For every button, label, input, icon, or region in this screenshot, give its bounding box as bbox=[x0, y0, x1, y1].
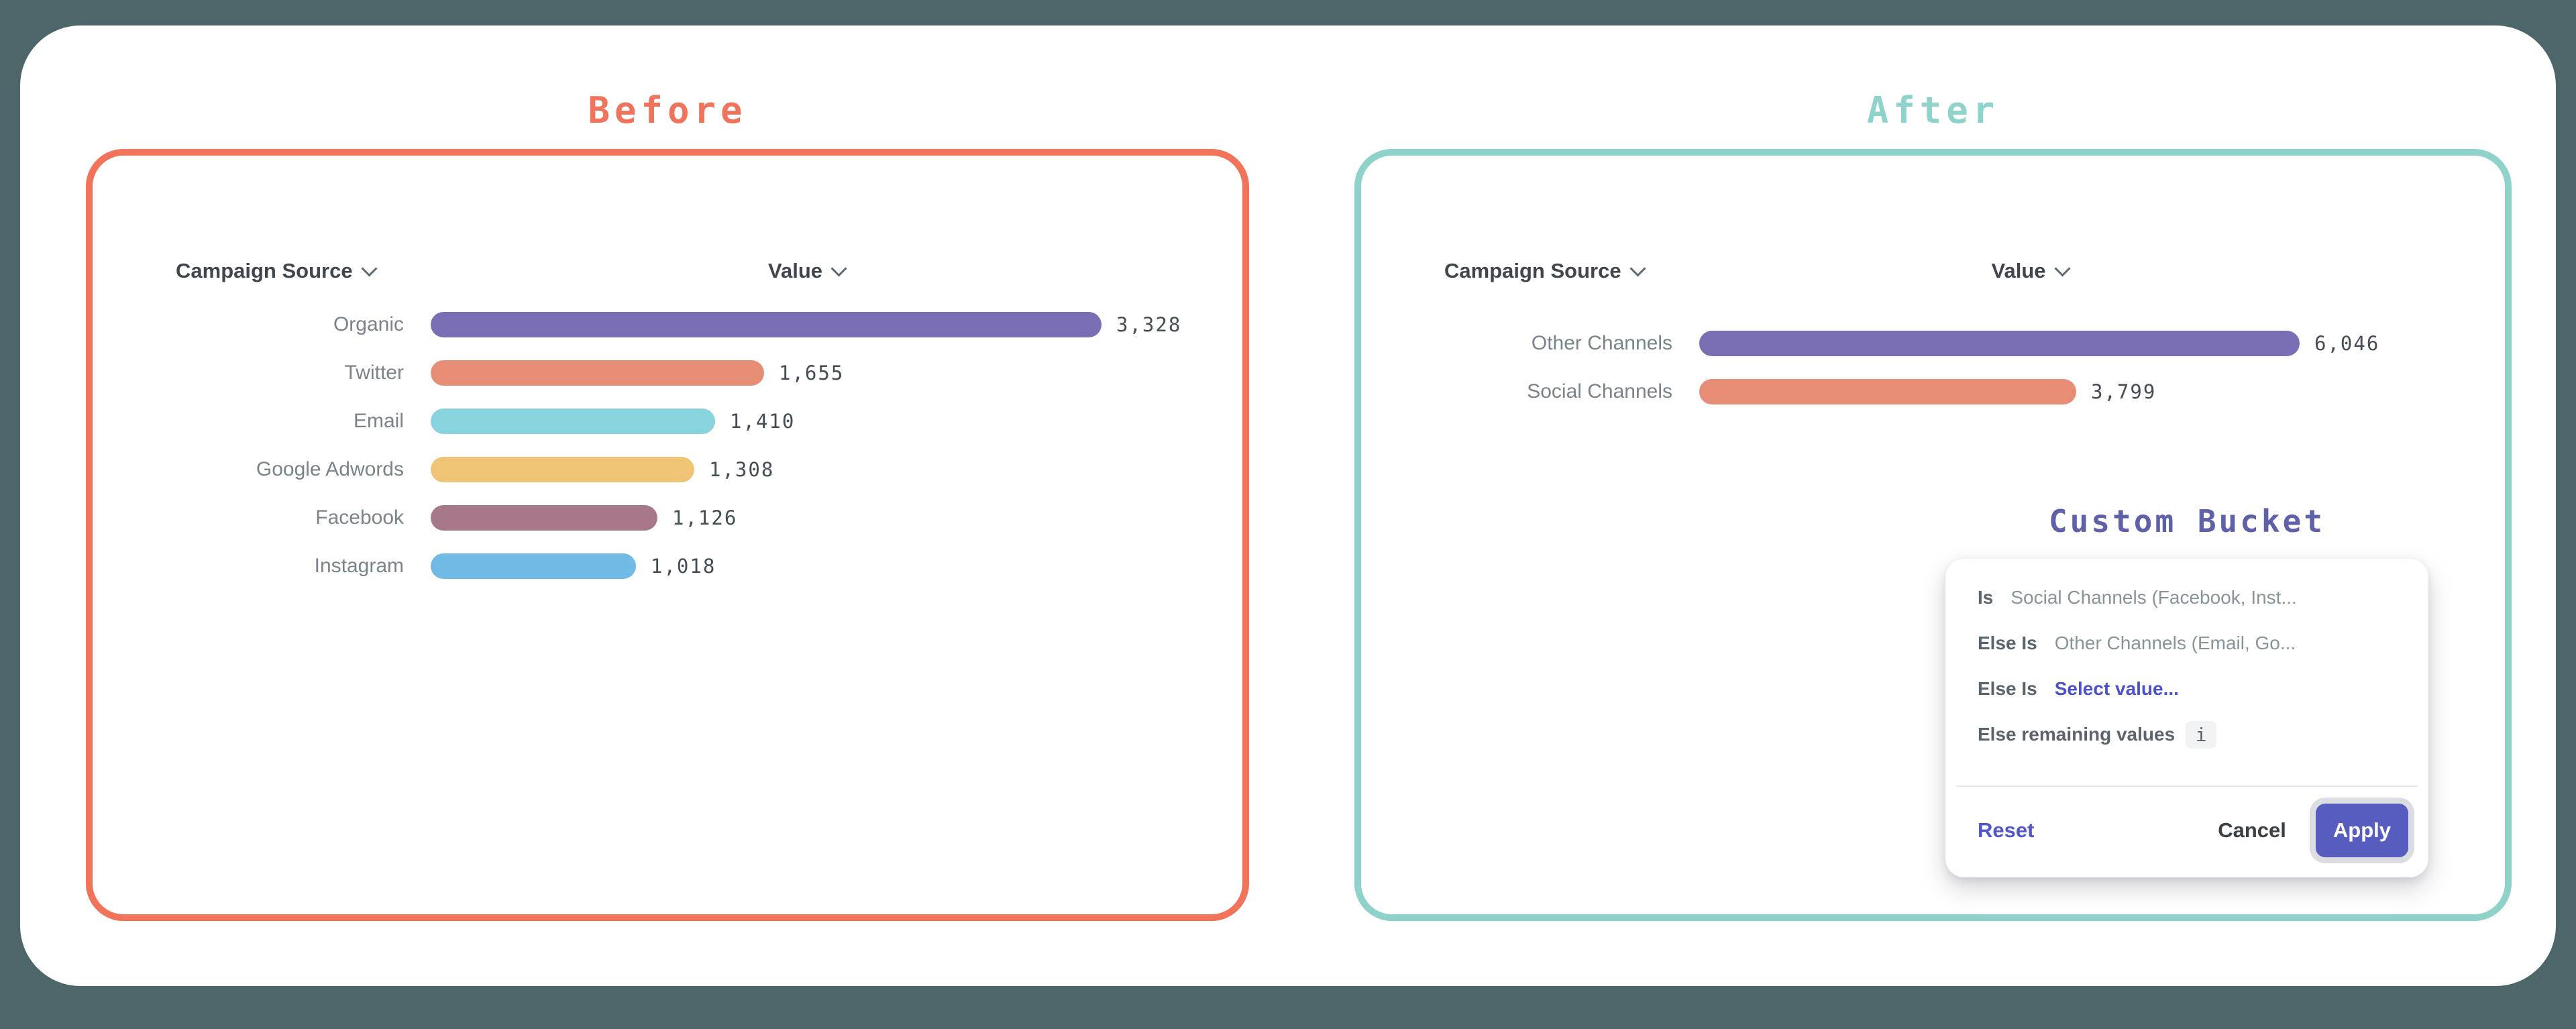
before-panel: Campaign Source Value Organic 3,328 Twit… bbox=[86, 149, 1249, 921]
after-value-header[interactable]: Value bbox=[1729, 259, 2330, 283]
bar[interactable] bbox=[431, 457, 694, 482]
bar[interactable] bbox=[431, 360, 764, 386]
row-value-label: 1,655 bbox=[779, 362, 844, 384]
bar-track: 6,046 bbox=[1699, 331, 2343, 356]
row-category-label: Organic bbox=[176, 313, 404, 336]
row-category-label: Google Adwords bbox=[176, 458, 404, 481]
bar-track: 1,655 bbox=[431, 360, 1142, 386]
row-category-label: Social Channels bbox=[1444, 380, 1672, 403]
bar[interactable] bbox=[431, 553, 636, 579]
source-header-label: Campaign Source bbox=[176, 259, 353, 283]
select-value-link[interactable]: Select value... bbox=[2055, 678, 2179, 700]
bar[interactable] bbox=[431, 409, 715, 434]
chevron-down-icon[interactable] bbox=[361, 260, 377, 276]
apply-button[interactable]: Apply bbox=[2316, 804, 2408, 857]
bar[interactable] bbox=[431, 312, 1102, 337]
table-row: Social Channels 3,799 bbox=[1444, 368, 2505, 416]
row-value-label: 1,308 bbox=[709, 458, 774, 481]
rule-operator-label: Else remaining values bbox=[1978, 724, 2175, 745]
value-header-label: Value bbox=[768, 259, 822, 283]
bar[interactable] bbox=[1699, 379, 2076, 404]
value-header-label: Value bbox=[1992, 259, 2046, 283]
after-source-header[interactable]: Campaign Source bbox=[1444, 259, 1672, 283]
table-row: Facebook 1,126 bbox=[176, 494, 1242, 542]
after-table-rows: Other Channels 6,046 Social Channels 3,7… bbox=[1444, 319, 2505, 416]
row-category-label: Instagram bbox=[176, 555, 404, 578]
before-table-rows: Organic 3,328 Twitter 1,655 Email 1,410 … bbox=[176, 301, 1242, 590]
footer-actions: Cancel Apply bbox=[2218, 804, 2408, 857]
row-category-label: Twitter bbox=[176, 362, 404, 384]
custom-bucket-dialog: Is Social Channels (Facebook, Inst... El… bbox=[1945, 559, 2428, 877]
row-value-label: 3,799 bbox=[2091, 380, 2156, 403]
custom-bucket-title: Custom Bucket bbox=[1919, 503, 2455, 539]
row-value-label: 3,328 bbox=[1116, 313, 1181, 336]
bucket-rule-row: Else Is Select value... bbox=[1978, 666, 2402, 712]
rule-value[interactable]: Social Channels (Facebook, Inst... bbox=[2010, 587, 2296, 608]
reset-button[interactable]: Reset bbox=[1978, 818, 2034, 843]
source-header-label: Campaign Source bbox=[1444, 259, 1621, 283]
table-row: Other Channels 6,046 bbox=[1444, 319, 2505, 368]
dialog-body: Is Social Channels (Facebook, Inst... El… bbox=[1945, 559, 2428, 757]
bucket-rule-row: Else remaining values i bbox=[1978, 712, 2402, 757]
rule-operator-label: Is bbox=[1978, 587, 1993, 608]
row-value-label: 1,018 bbox=[651, 555, 716, 578]
bucket-rule-row: Is Social Channels (Facebook, Inst... bbox=[1978, 575, 2402, 620]
table-row: Google Adwords 1,308 bbox=[176, 445, 1242, 494]
bar-track: 3,799 bbox=[1699, 379, 2343, 404]
row-category-label: Facebook bbox=[176, 506, 404, 529]
before-value-header[interactable]: Value bbox=[471, 259, 1142, 283]
before-source-header[interactable]: Campaign Source bbox=[176, 259, 404, 283]
bar-track: 1,018 bbox=[431, 553, 1142, 579]
row-category-label: Other Channels bbox=[1444, 332, 1672, 355]
info-icon[interactable]: i bbox=[2186, 721, 2216, 749]
bar[interactable] bbox=[1699, 331, 2300, 356]
row-category-label: Email bbox=[176, 410, 404, 433]
bar-track: 1,308 bbox=[431, 457, 1142, 482]
rule-operator-label: Else Is bbox=[1978, 678, 2037, 700]
bar[interactable] bbox=[431, 505, 657, 531]
rule-value[interactable]: Other Channels (Email, Go... bbox=[2055, 633, 2296, 654]
chevron-down-icon[interactable] bbox=[2054, 260, 2070, 276]
row-value-label: 1,126 bbox=[672, 506, 737, 529]
after-title: After bbox=[1354, 89, 2512, 136]
row-value-label: 1,410 bbox=[730, 410, 795, 433]
main-card: Before After Campaign Source Value Organ… bbox=[20, 25, 2556, 986]
table-row: Organic 3,328 bbox=[176, 301, 1242, 349]
bar-track: 1,126 bbox=[431, 505, 1142, 531]
chevron-down-icon[interactable] bbox=[1629, 260, 1646, 276]
bar-track: 3,328 bbox=[431, 312, 1142, 337]
bucket-rule-row: Else Is Other Channels (Email, Go... bbox=[1978, 620, 2402, 666]
rule-operator-label: Else Is bbox=[1978, 633, 2037, 654]
table-row: Instagram 1,018 bbox=[176, 542, 1242, 590]
bar-track: 1,410 bbox=[431, 409, 1142, 434]
chevron-down-icon[interactable] bbox=[830, 260, 847, 276]
after-table-header: Campaign Source Value bbox=[1444, 256, 2505, 286]
dialog-footer: Reset Cancel Apply bbox=[1945, 787, 2428, 877]
cancel-button[interactable]: Cancel bbox=[2218, 818, 2286, 843]
table-row: Twitter 1,655 bbox=[176, 349, 1242, 397]
row-value-label: 6,046 bbox=[2314, 332, 2379, 355]
table-row: Email 1,410 bbox=[176, 397, 1242, 445]
before-title: Before bbox=[86, 89, 1249, 136]
before-table-header: Campaign Source Value bbox=[176, 256, 1242, 286]
